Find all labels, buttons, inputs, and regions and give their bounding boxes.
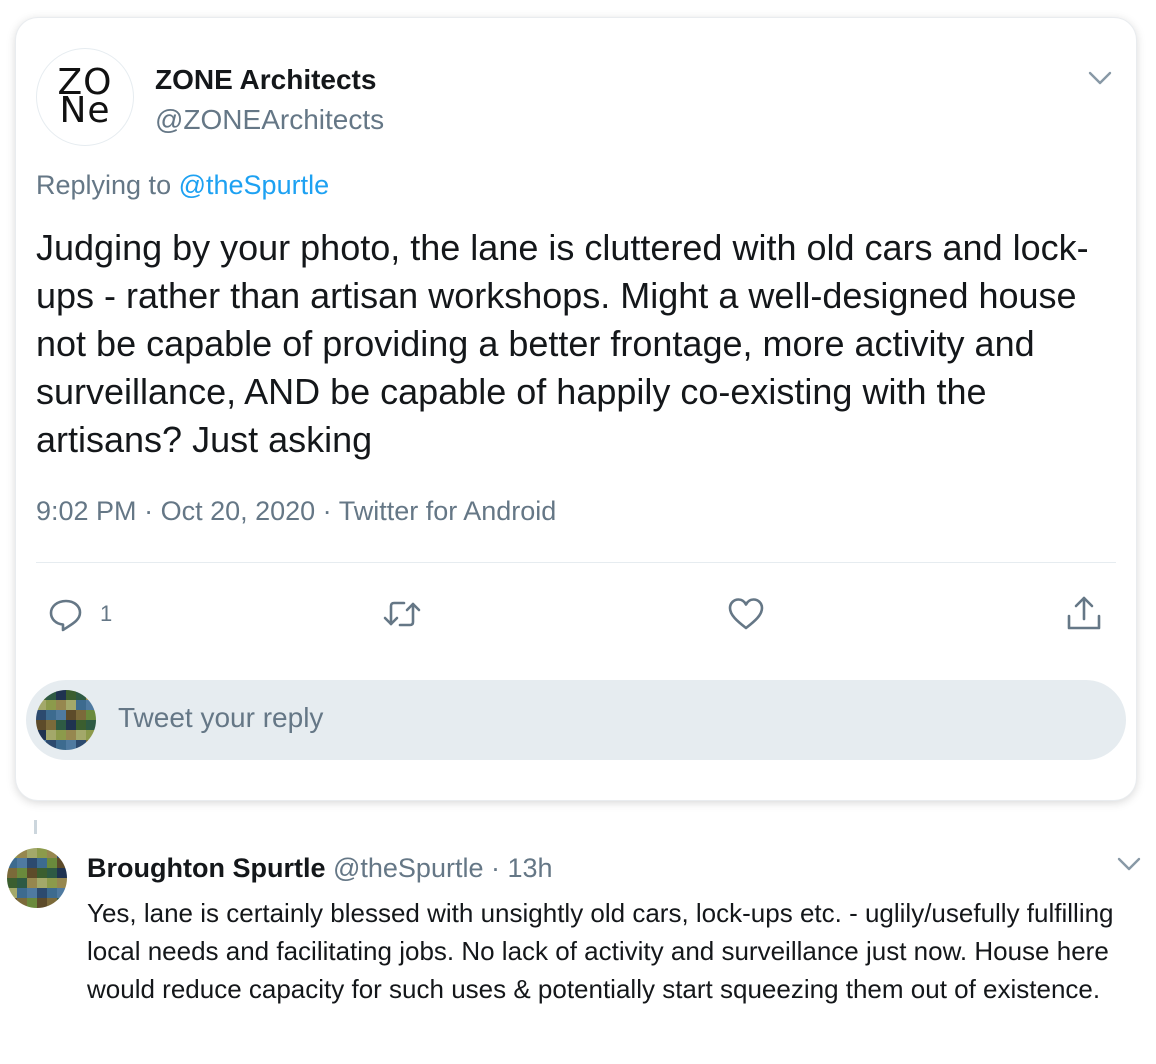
- share-button[interactable]: [1064, 594, 1104, 634]
- retweet-button[interactable]: [382, 594, 422, 634]
- divider: [36, 562, 1116, 563]
- reply-text: Yes, lane is certainly blessed with unsi…: [87, 898, 1114, 1004]
- thread-connector: [34, 820, 37, 834]
- reply-author-avatar[interactable]: [7, 848, 67, 908]
- reply-icon: [49, 599, 82, 632]
- main-tweet-card: ZO Ne ZONE Architects @ZONEArchitects Re…: [16, 18, 1136, 800]
- tweet-text: Judging by your photo, the lane is clutt…: [36, 227, 1089, 460]
- like-icon: [728, 598, 764, 630]
- user-avatar[interactable]: [36, 690, 96, 750]
- avatar-logo-text-bottom: Ne: [59, 90, 111, 131]
- chevron-down-icon[interactable]: [1086, 64, 1114, 92]
- author-avatar[interactable]: ZO Ne: [36, 48, 134, 146]
- author-name[interactable]: ZONE Architects: [155, 64, 376, 96]
- reply-separator: ·: [483, 853, 508, 883]
- tweet-meta: 9:02 PM · Oct 20, 2020 · Twitter for And…: [36, 496, 556, 527]
- reply-button[interactable]: 1: [46, 594, 112, 634]
- retweet-icon: [383, 601, 421, 627]
- reply-header: Broughton Spurtle @theSpurtle · 13h: [87, 853, 553, 884]
- reply-author-handle[interactable]: @theSpurtle: [333, 853, 484, 883]
- like-button[interactable]: [726, 594, 766, 634]
- replying-prefix: Replying to: [36, 170, 172, 200]
- author-handle[interactable]: @ZONEArchitects: [155, 104, 384, 136]
- reply-time[interactable]: 13h: [507, 853, 552, 883]
- tweet-date[interactable]: Oct 20, 2020: [161, 496, 316, 526]
- reply-composer[interactable]: Tweet your reply: [26, 680, 1126, 760]
- replying-to-mention[interactable]: @theSpurtle: [179, 170, 330, 200]
- meta-separator: ·: [315, 496, 339, 526]
- replying-to-line: Replying to @theSpurtle: [36, 170, 329, 201]
- tweet-time[interactable]: 9:02 PM: [36, 496, 137, 526]
- reply-author-name[interactable]: Broughton Spurtle: [87, 853, 325, 883]
- reply-count: 1: [100, 601, 113, 626]
- reply-input-placeholder[interactable]: Tweet your reply: [118, 702, 323, 734]
- tweet-source[interactable]: Twitter for Android: [339, 496, 557, 526]
- chevron-down-icon[interactable]: [1115, 850, 1143, 878]
- tweet-actions: 1: [36, 594, 1116, 638]
- share-icon: [1067, 596, 1101, 630]
- meta-separator: ·: [136, 496, 161, 526]
